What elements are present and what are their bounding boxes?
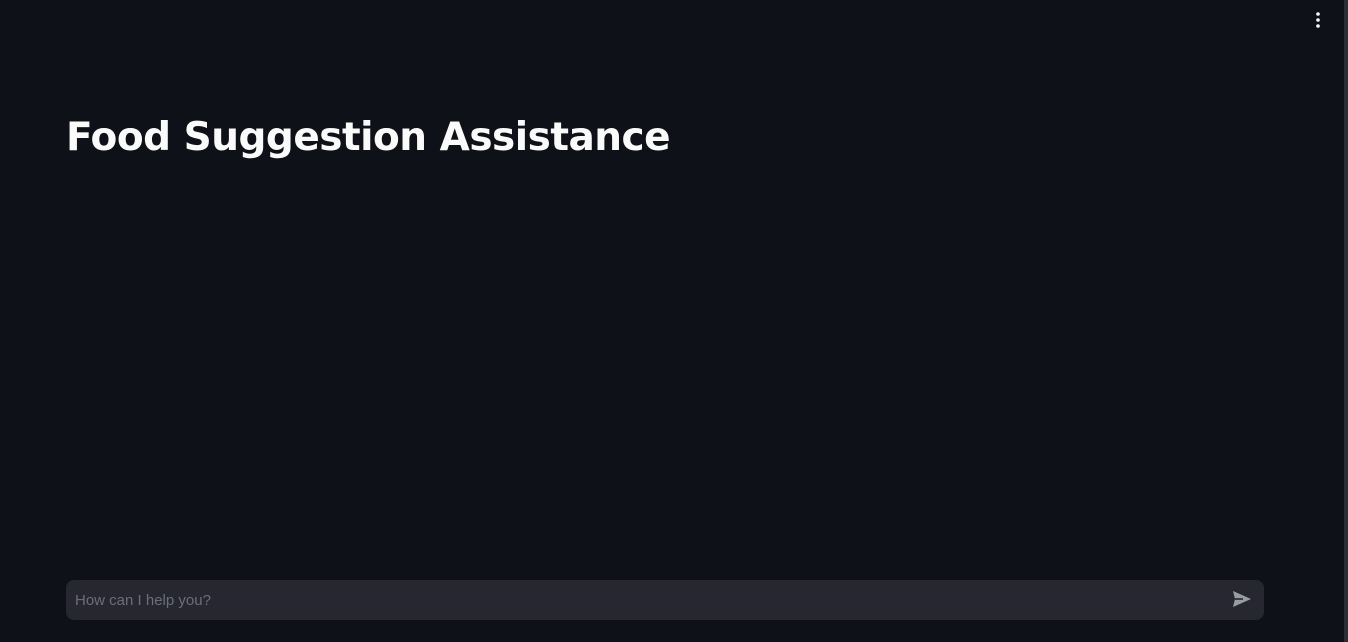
- send-button[interactable]: [1222, 580, 1262, 620]
- chat-input[interactable]: [66, 580, 1222, 620]
- page-title: Food Suggestion Assistance: [66, 115, 671, 160]
- chat-input-bar: [66, 580, 1264, 620]
- send-icon: [1232, 590, 1252, 611]
- main-menu-button[interactable]: [1306, 8, 1330, 32]
- more-vertical-icon: [1316, 12, 1320, 28]
- app-root: Food Suggestion Assistance: [0, 0, 1348, 642]
